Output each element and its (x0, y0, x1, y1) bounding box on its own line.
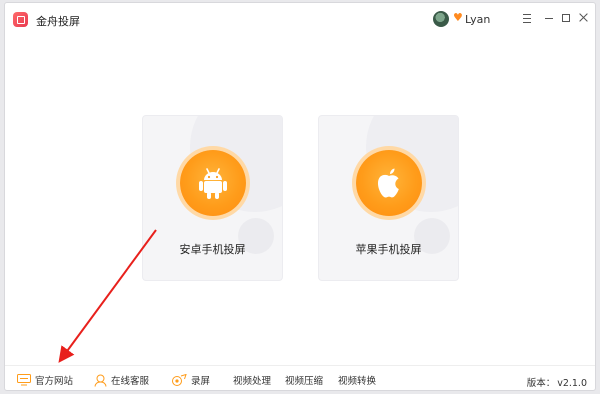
title-bar: 金舟投屏 ♥ Lyan (5, 3, 595, 35)
apple-icon (377, 168, 399, 198)
app-title: 金舟投屏 (36, 15, 80, 28)
android-icon-badge (180, 150, 246, 216)
bottom-bar: 官方网站 在线客服 录屏 视频处理 视频压缩 视频转换 版本： v2.1.0 (5, 365, 595, 390)
record-screen-label: 录屏 (191, 376, 211, 387)
video-convert-link[interactable]: 视频转换 (338, 373, 376, 387)
android-mirror-card[interactable]: 安卓手机投屏 (142, 115, 283, 281)
video-process-link[interactable]: 视频处理 (233, 373, 271, 387)
record-screen-link[interactable]: 录屏 (171, 373, 210, 387)
video-compress-link[interactable]: 视频压缩 (285, 373, 323, 387)
user-name[interactable]: Lyan (465, 13, 490, 26)
iphone-mirror-label: 苹果手机投屏 (355, 243, 422, 256)
app-window: 金舟投屏 ♥ Lyan 安卓手机投屏 苹果手机投屏 官方网站 在线客服 录屏 视… (4, 2, 596, 391)
close-button[interactable] (576, 10, 592, 26)
version-value: v2.1.0 (557, 378, 587, 389)
maximize-button[interactable] (558, 10, 574, 26)
android-icon (199, 168, 227, 199)
version-label: 版本： (526, 378, 556, 389)
video-process-label: 视频处理 (233, 376, 272, 387)
video-compress-label: 视频压缩 (285, 376, 324, 387)
vip-badge-icon: ♥ (453, 11, 463, 24)
apple-icon-badge (356, 150, 422, 216)
minimize-button[interactable] (541, 10, 557, 26)
version-info: 版本： v2.1.0 (525, 375, 587, 389)
app-logo-icon (13, 12, 28, 27)
online-service-link[interactable]: 在线客服 (94, 373, 149, 387)
user-avatar[interactable] (433, 11, 449, 27)
video-convert-label: 视频转换 (338, 376, 377, 387)
record-icon (172, 373, 187, 386)
android-mirror-label: 安卓手机投屏 (179, 243, 246, 256)
menu-button[interactable] (519, 10, 535, 26)
customer-service-icon (94, 374, 107, 387)
iphone-mirror-card[interactable]: 苹果手机投屏 (318, 115, 459, 281)
official-site-link[interactable]: 官方网站 (17, 373, 73, 387)
monitor-icon (17, 374, 31, 386)
online-service-label: 在线客服 (111, 376, 150, 387)
official-site-label: 官方网站 (35, 376, 74, 387)
